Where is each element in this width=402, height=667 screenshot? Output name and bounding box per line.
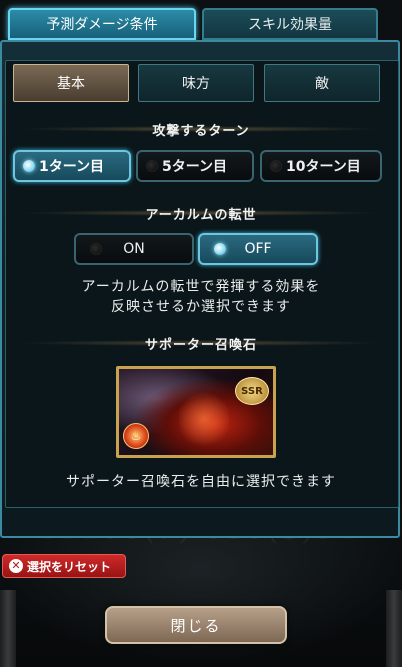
arcarum-on-option[interactable]: ON <box>74 233 194 265</box>
tab-label: 予測ダメージ条件 <box>46 17 158 33</box>
close-icon: ✕ <box>9 559 23 573</box>
turn-5-option[interactable]: 5ターン目 <box>136 150 254 182</box>
subtab-label: 基本 <box>57 76 85 92</box>
radio-on-icon <box>23 160 35 172</box>
subtab-label: 敵 <box>315 76 329 92</box>
subtab-enemy[interactable]: 敵 <box>264 64 380 102</box>
description-line: アーカルムの転世で発揮する効果を <box>81 279 321 295</box>
description-line: 反映させるか選択できます <box>111 299 291 315</box>
option-label: 1ターン目 <box>39 159 105 175</box>
support-summon-title: サポーター召喚石 <box>144 338 257 353</box>
right-pillar <box>386 590 402 667</box>
turn-1-option[interactable]: 1ターン目 <box>13 150 131 182</box>
arcarum-description: アーカルムの転世で発揮する効果を 反映させるか選択できます <box>5 277 397 317</box>
option-label: 10ターン目 <box>286 159 361 175</box>
radio-off-icon <box>146 160 158 172</box>
reset-label: 選択をリセット <box>27 559 112 574</box>
radio-on-icon <box>214 243 226 255</box>
subtab-label: 味方 <box>182 76 210 92</box>
close-button[interactable]: 閉じる <box>105 606 287 644</box>
option-label: OFF <box>244 241 272 257</box>
close-label: 閉じる <box>170 616 222 635</box>
arcarum-title: アーカルムの転世 <box>145 208 257 223</box>
radio-off-icon <box>270 160 282 172</box>
support-summon-card[interactable]: SSR ♨ <box>116 366 276 458</box>
subtab-basic[interactable]: 基本 <box>13 64 129 102</box>
reset-selection-button[interactable]: ✕ 選択をリセット <box>2 554 126 578</box>
summon-art <box>179 389 229 449</box>
radio-off-icon <box>90 243 102 255</box>
ssr-badge: SSR <box>235 377 269 405</box>
arcarum-off-option[interactable]: OFF <box>198 233 318 265</box>
left-pillar <box>0 590 16 667</box>
tab-label: スキル効果量 <box>248 17 332 33</box>
turn-10-option[interactable]: 10ターン目 <box>260 150 382 182</box>
tab-skill-effect-amount[interactable]: スキル効果量 <box>202 8 378 40</box>
attack-turn-title: 攻撃するターン <box>152 124 250 139</box>
option-label: 5ターン目 <box>162 159 228 175</box>
subtab-ally[interactable]: 味方 <box>138 64 254 102</box>
tab-predicted-damage-conditions[interactable]: 予測ダメージ条件 <box>8 8 196 40</box>
option-label: ON <box>123 241 145 257</box>
support-summon-description: サポーター召喚石を自由に選択できます <box>66 474 336 490</box>
fire-element-icon: ♨ <box>123 423 149 449</box>
